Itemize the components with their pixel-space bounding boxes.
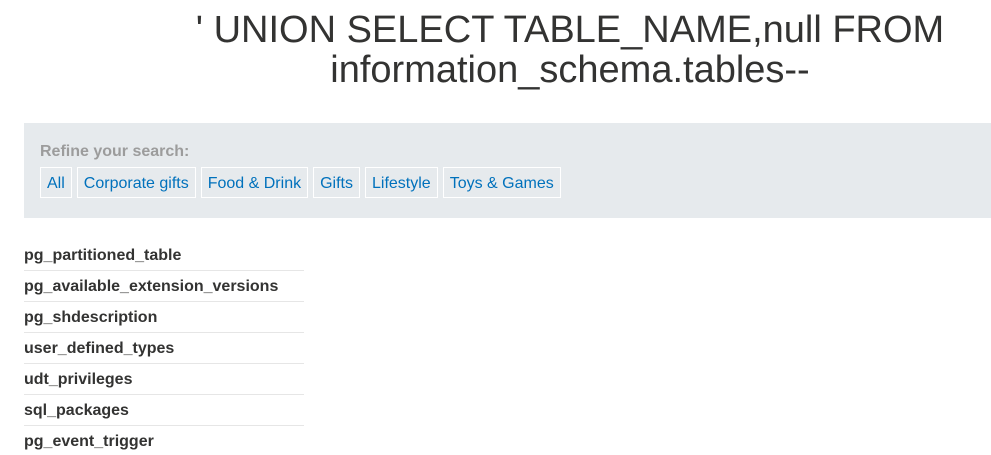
page-title: ' UNION SELECT TABLE_NAME,null FROM info… [195,9,945,91]
filter-link-food-drink[interactable]: Food & Drink [200,167,309,198]
filter-link-all[interactable]: All [40,167,72,198]
result-row: pg_partitioned_table [24,240,304,271]
result-row: pg_shdescription [24,302,304,333]
filter-panel: Refine your search: All Corporate gifts … [24,123,991,218]
results-list: pg_partitioned_table pg_available_extens… [24,240,304,455]
result-row: pg_event_trigger [24,433,154,450]
filter-list: All Corporate gifts Food & Drink Gifts L… [40,167,561,198]
result-row: sql_packages [24,395,304,426]
result-row: pg_available_extension_versions [24,271,304,302]
filter-link-corporate-gifts[interactable]: Corporate gifts [76,167,196,198]
filter-link-toys-games[interactable]: Toys & Games [442,167,561,198]
filter-label: Refine your search: [40,143,190,160]
filter-link-gifts[interactable]: Gifts [313,167,360,198]
result-row: udt_privileges [24,364,304,395]
filter-link-lifestyle[interactable]: Lifestyle [364,167,438,198]
page: ' UNION SELECT TABLE_NAME,null FROM info… [0,0,991,455]
result-row: user_defined_types [24,333,304,364]
